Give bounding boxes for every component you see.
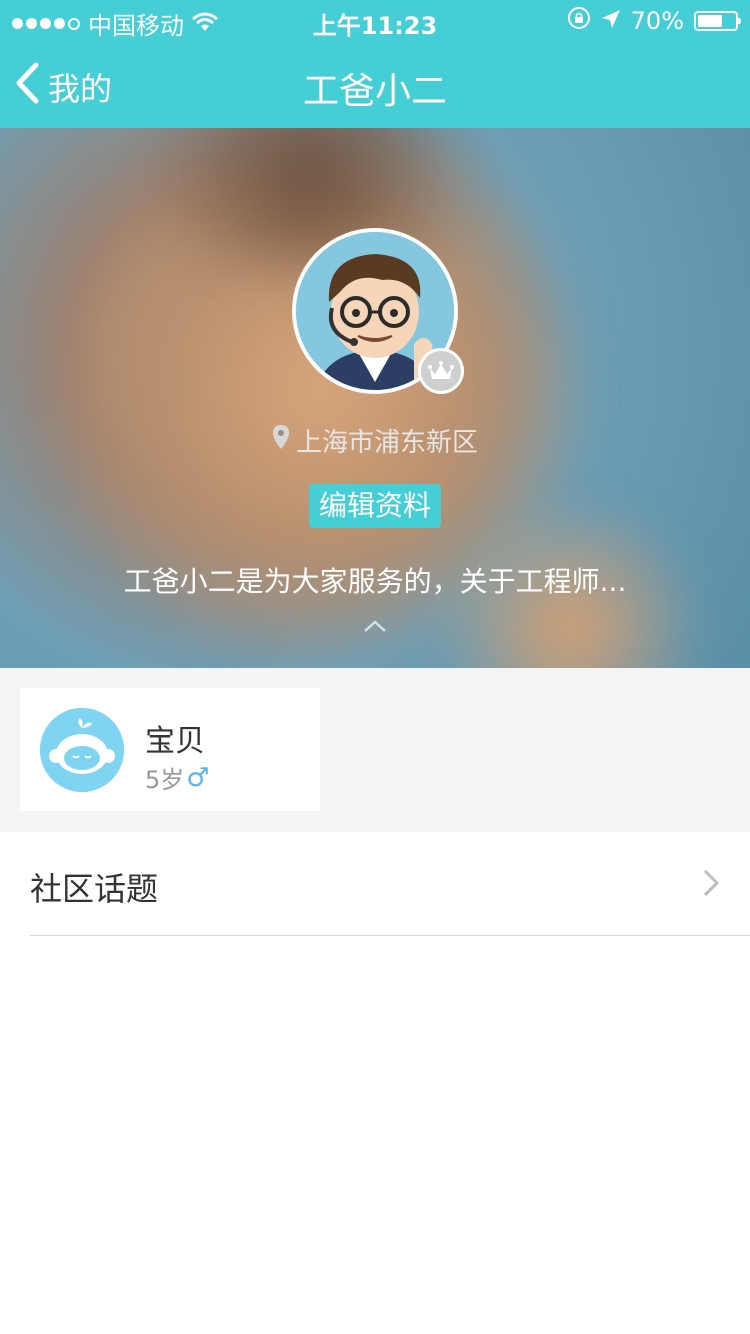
location-text: 上海市浦东新区 (295, 428, 478, 458)
bio-text[interactable]: 工爸小二是为大家服务的，关于工程师... (0, 560, 750, 600)
community-topics-row[interactable]: 社区话题 (0, 832, 750, 936)
battery-icon (694, 11, 741, 31)
chevron-right-icon (702, 868, 720, 902)
male-gender-icon: ♂ (186, 762, 210, 793)
chevron-up-icon[interactable] (363, 618, 387, 637)
baby-age-row: 5岁 ♂ (145, 760, 210, 795)
navigation-bar: 我的 工爸小二 (0, 40, 750, 128)
battery-percent: 70% (630, 7, 684, 35)
location-info: 上海市浦东新区 (0, 422, 750, 459)
baby-name: 宝贝 (145, 724, 205, 759)
page-title: 工爸小二 (302, 71, 447, 112)
community-topics-label: 社区话题 (30, 870, 159, 908)
status-bar: 中国移动 上午11:23 70% (0, 0, 750, 40)
profile-header: 上海市浦东新区 编辑资料 工爸小二是为大家服务的，关于工程师... (0, 128, 750, 668)
location-pin-icon (272, 424, 290, 457)
baby-age: 5岁 (145, 766, 185, 794)
top-bar: 中国移动 上午11:23 70% 我的 工爸小二 (0, 0, 750, 128)
baby-card[interactable]: 宝贝 5岁 ♂ (20, 688, 320, 811)
baby-avatar (40, 708, 124, 792)
baby-section: 宝贝 5岁 ♂ (0, 668, 750, 832)
divider (30, 935, 750, 936)
edit-profile-button[interactable]: 编辑资料 (309, 484, 441, 528)
location-arrow-icon (601, 7, 621, 35)
crown-badge-icon (418, 348, 464, 394)
rotation-lock-icon (567, 6, 591, 36)
status-right: 70% (567, 6, 741, 36)
